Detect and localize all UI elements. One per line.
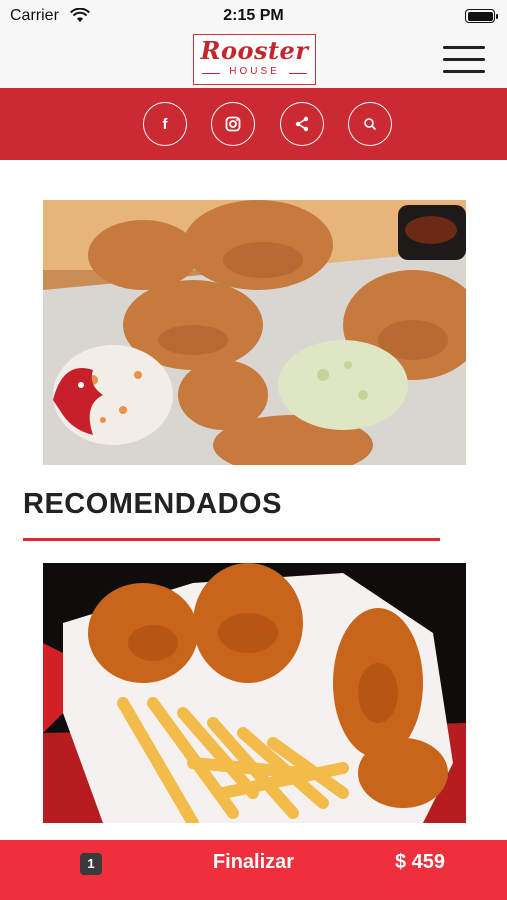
instagram-icon[interactable] (211, 102, 255, 146)
checkout-bar[interactable]: 1 Finalizar $ 459 (0, 840, 507, 900)
order-total: $ 459 (394, 851, 445, 873)
battery-icon (465, 9, 498, 23)
search-icon[interactable] (348, 102, 392, 146)
hero-food-photo[interactable] (43, 200, 466, 465)
brand-logo[interactable]: Rooster HOUSE (193, 34, 316, 85)
hamburger-menu-icon[interactable] (443, 46, 485, 74)
status-time: 2:15 PM (223, 7, 284, 24)
section-title: RECOMENDADOS (23, 488, 282, 520)
logo-subtext: HOUSE (202, 66, 307, 77)
logo-wordmark: Rooster (200, 36, 309, 65)
section-divider (23, 538, 440, 541)
facebook-glyph: f (162, 115, 168, 133)
status-bar: Carrier 2:15 PM (0, 0, 507, 32)
share-icon[interactable] (280, 102, 324, 146)
facebook-icon[interactable]: f (143, 102, 187, 146)
app-header: Rooster HOUSE (0, 32, 507, 88)
social-bar: f (0, 88, 507, 160)
recommended-food-photo[interactable] (43, 563, 466, 823)
